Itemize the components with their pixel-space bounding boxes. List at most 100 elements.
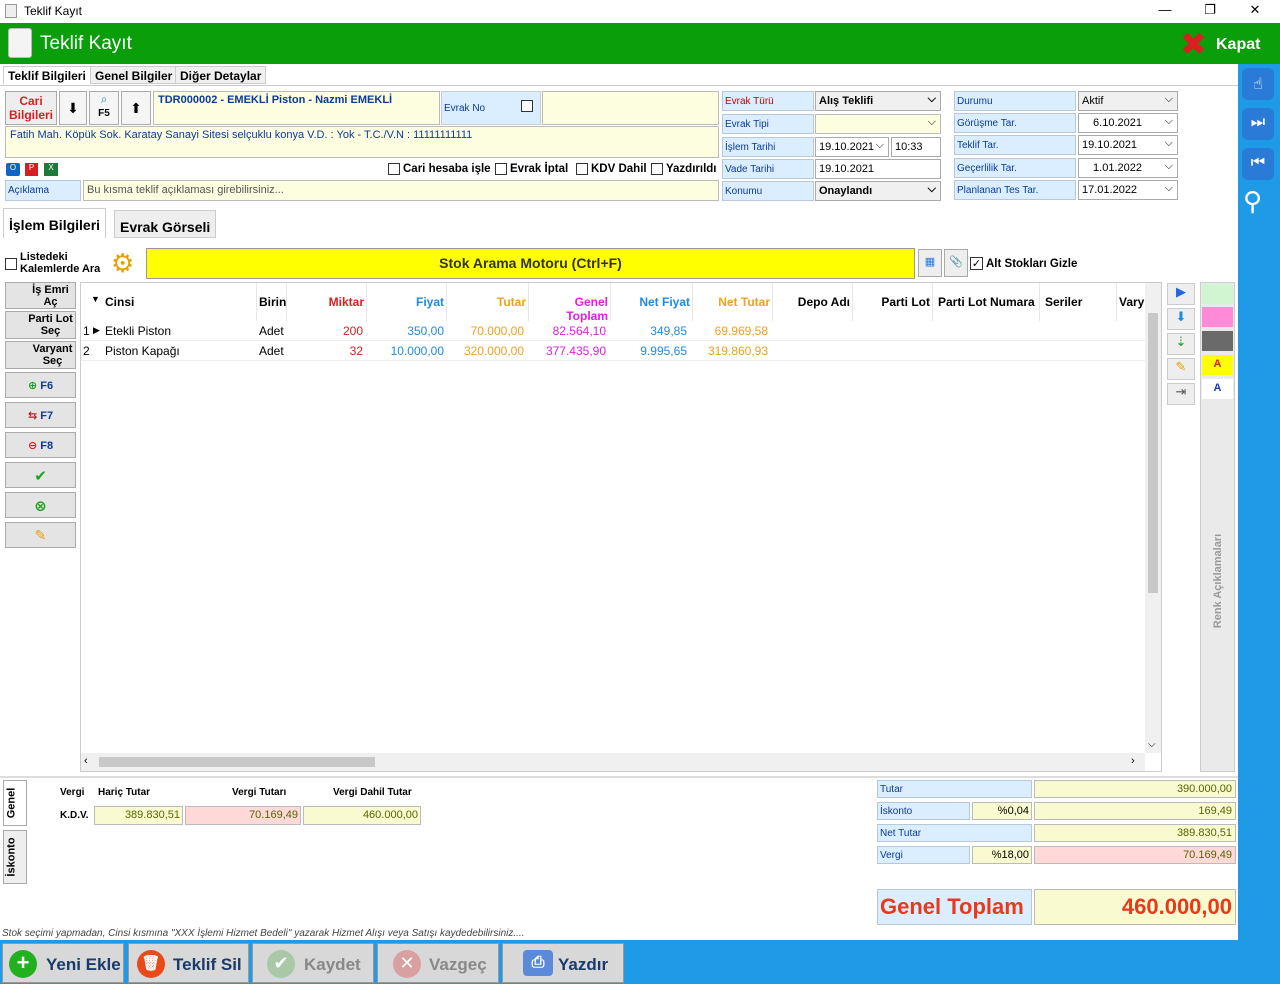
clip-icon[interactable]: 📎 xyxy=(944,249,968,277)
barcode-icon[interactable]: ▦ xyxy=(918,249,942,277)
col-cinsi[interactable]: Cinsi xyxy=(105,283,257,321)
cari-down-button[interactable]: ⬇ xyxy=(59,91,87,125)
tab-teklif-bilgileri[interactable]: Teklif Bilgileri xyxy=(3,66,91,84)
cell-cinsi[interactable]: Etekli Piston xyxy=(105,321,171,341)
grid-move-icon[interactable]: ⇣ xyxy=(1167,333,1195,355)
cell-genel[interactable]: 82.564,10 xyxy=(531,321,606,341)
stok-arama-input[interactable]: Stok Arama Motoru (Ctrl+F) xyxy=(146,248,915,279)
is-emri-button[interactable]: İş Emri Aç xyxy=(5,282,76,309)
grid-edit-icon[interactable]: ✎ xyxy=(1167,358,1195,380)
planlanan-input[interactable]: 17.01.2022 xyxy=(1078,180,1178,200)
hscroll-thumb[interactable] xyxy=(99,757,375,767)
cancel-row-button[interactable]: ⊗ xyxy=(5,492,76,518)
grid-export-icon[interactable]: ⇥ xyxy=(1167,383,1195,405)
close-window-button[interactable]: ✕ xyxy=(1245,2,1265,20)
chevron-right-icon[interactable]: › xyxy=(1131,755,1135,767)
col-fiyat[interactable]: Fiyat xyxy=(369,283,447,321)
cari-name-field[interactable]: TDR000002 - EMEKLİ Piston - Nazmi EMEKLİ xyxy=(153,91,440,125)
attach-button[interactable]: ✎ xyxy=(5,522,76,548)
cari-button[interactable]: Cari Bilgileri xyxy=(5,91,57,125)
grid-play-icon[interactable]: ▶ xyxy=(1167,283,1195,305)
alt-stok-checkbox[interactable]: ✓ xyxy=(970,257,983,270)
gorusme-input[interactable]: 6.10.2021 xyxy=(1078,113,1178,133)
cell-birim[interactable]: Adet xyxy=(259,341,284,361)
excel-icon[interactable]: X xyxy=(44,163,58,176)
cari-up-button[interactable]: ⬆ xyxy=(121,91,151,125)
minimize-button[interactable]: — xyxy=(1155,2,1175,20)
teklif-sil-button[interactable]: 🗑 Teklif Sil xyxy=(128,943,249,983)
f7-button[interactable]: ⇆ F7 xyxy=(5,402,76,428)
col-varyant[interactable]: Vary xyxy=(1119,283,1147,321)
cell-genel[interactable]: 377.435,90 xyxy=(531,341,606,361)
tab-evrak-gorseli[interactable]: Evrak Görseli xyxy=(114,210,217,238)
tab-genel-vertical[interactable]: Genel xyxy=(3,780,27,826)
cell-tutar[interactable]: 320.000,00 xyxy=(449,341,524,361)
islem-tarihi-input[interactable]: 19.10.2021 xyxy=(815,137,889,157)
restore-button[interactable]: ❐ xyxy=(1200,2,1220,20)
chevron-left-icon[interactable]: ‹ xyxy=(84,755,88,767)
cari-hesaba-checkbox[interactable] xyxy=(388,163,400,175)
col-net-fiyat[interactable]: Net Fiyat xyxy=(613,283,693,321)
durum-select[interactable]: Aktif xyxy=(1078,91,1178,111)
cell-net-fiyat[interactable]: 9.995,65 xyxy=(613,341,687,361)
yazdir-button[interactable]: ⎙ Yazdır xyxy=(502,943,624,983)
grid-down-icon[interactable]: ⬇ xyxy=(1167,308,1195,330)
yazdirildi-checkbox[interactable] xyxy=(651,163,663,175)
konum-select[interactable]: Onaylandı xyxy=(815,181,941,201)
evrak-no-input[interactable] xyxy=(542,91,719,125)
check-button[interactable]: ✔ xyxy=(5,462,76,488)
table-row[interactable]: 1 ▶ Etekli Piston Adet 200 350,00 70.000… xyxy=(81,321,1145,341)
listede-checkbox[interactable] xyxy=(5,258,17,270)
cell-tutar[interactable]: 70.000,00 xyxy=(449,321,524,341)
tab-diger-detaylar[interactable]: Diğer Detaylar xyxy=(175,66,267,84)
col-net-tutar[interactable]: Net Tutar xyxy=(693,283,773,321)
sum-iskonto-pct[interactable]: %0,04 xyxy=(972,802,1032,820)
magnifier-icon[interactable]: ⚲ xyxy=(1243,186,1262,217)
last-record-icon[interactable]: ⏭ xyxy=(1242,108,1274,140)
horizontal-scrollbar[interactable]: ‹ › xyxy=(81,753,1145,771)
cari-address-field[interactable]: Fatih Mah. Köpük Sok. Karatay Sanayi Sit… xyxy=(5,126,719,158)
gecerlilik-input[interactable]: 1.01.2022 xyxy=(1078,158,1178,178)
pdf-icon[interactable]: P xyxy=(25,163,38,176)
vscroll-thumb[interactable] xyxy=(1148,313,1158,593)
cell-miktar[interactable]: 200 xyxy=(289,321,363,341)
f6-add-button[interactable]: ⊕ F6 xyxy=(5,372,76,398)
col-seriler[interactable]: Seriler xyxy=(1043,283,1117,321)
tab-islem-bilgileri[interactable]: İşlem Bilgileri xyxy=(3,208,107,238)
evrak-no-checkbox[interactable] xyxy=(521,100,533,112)
chevron-down-icon[interactable]: ⌵ xyxy=(1148,739,1156,750)
cari-search-button[interactable]: ⌕ F5 xyxy=(89,91,119,125)
cell-net-fiyat[interactable]: 349,85 xyxy=(613,321,687,341)
col-tutar[interactable]: Tutar xyxy=(449,283,529,321)
evrak-iptal-checkbox[interactable] xyxy=(495,163,507,175)
yeni-ekle-button[interactable]: + Yeni Ekle xyxy=(2,943,124,983)
cell-fiyat[interactable]: 10.000,00 xyxy=(369,341,444,361)
kapat-button[interactable]: ✖ Kapat xyxy=(1180,26,1270,62)
f8-delete-button[interactable]: ⊖ F8 xyxy=(5,432,76,458)
first-record-icon[interactable]: ⏮ xyxy=(1242,148,1274,180)
evrak-turu-select[interactable]: Alış Teklifi xyxy=(815,91,941,111)
table-row[interactable]: 2 Piston Kapağı Adet 32 10.000,00 320.00… xyxy=(81,341,1145,361)
varyant-button[interactable]: Varyant Seç xyxy=(5,341,76,369)
cell-miktar[interactable]: 32 xyxy=(289,341,363,361)
col-genel-toplam[interactable]: Genel Toplam xyxy=(531,283,611,323)
vertical-scrollbar[interactable]: ⌵ xyxy=(1145,283,1161,753)
cell-net-tutar[interactable]: 319.860,93 xyxy=(693,341,768,361)
col-parti-lot[interactable]: Parti Lot xyxy=(855,283,933,321)
tab-genel-bilgiler[interactable]: Genel Bilgiler xyxy=(90,66,178,84)
cell-birim[interactable]: Adet xyxy=(259,321,284,341)
vazgec-button[interactable]: ✕ Vazgeç xyxy=(377,943,499,983)
items-grid[interactable]: ▼ Cinsi Birin Miktar Fiyat Tutar Genel T… xyxy=(80,282,1162,772)
cell-fiyat[interactable]: 350,00 xyxy=(369,321,444,341)
col-parti-lot-numara[interactable]: Parti Lot Numara xyxy=(936,283,1040,321)
aciklama-input[interactable]: Bu kısma teklif açıklaması girebilirsini… xyxy=(83,180,719,201)
col-miktar[interactable]: Miktar xyxy=(289,283,367,321)
evrak-tipi-select[interactable] xyxy=(815,114,941,134)
parti-lot-button[interactable]: Parti Lot Seç xyxy=(5,311,76,339)
col-depo[interactable]: Depo Adı xyxy=(775,283,853,321)
cell-cinsi[interactable]: Piston Kapağı xyxy=(105,341,180,361)
kaydet-button[interactable]: ✔ Kaydet xyxy=(252,943,374,983)
outlook-icon[interactable]: O xyxy=(6,163,20,176)
kdv-dahil-checkbox[interactable] xyxy=(576,163,588,175)
cell-net-tutar[interactable]: 69.969,58 xyxy=(693,321,768,341)
